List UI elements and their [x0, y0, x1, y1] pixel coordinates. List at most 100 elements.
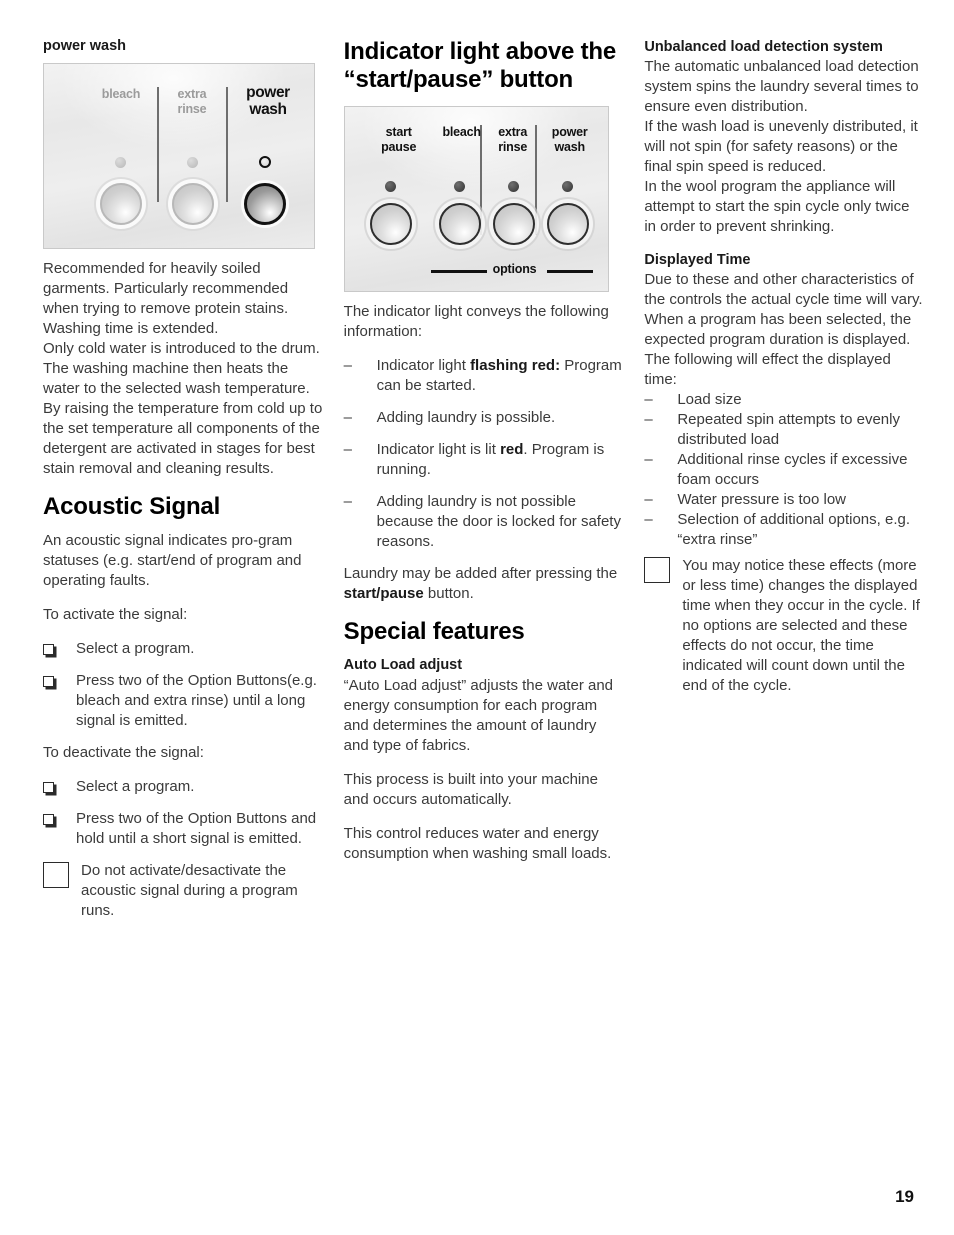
led-power-wash	[561, 181, 573, 192]
figure-start-pause-panel: start pause bleach extra rinse power was…	[343, 106, 625, 292]
options-rule-left	[430, 270, 487, 273]
options-rule-right	[546, 270, 593, 273]
button-bleach[interactable]	[438, 203, 481, 245]
figure-power-wash-panel: bleach extra rinse power wash	[43, 63, 324, 249]
deactivate-step-2: Press two of the Option Buttons and hold…	[76, 810, 317, 847]
power-wash-caption: power wash	[43, 38, 126, 54]
displayed-time-body-3: The following will effect the displayed …	[644, 351, 891, 388]
dash-bullet-icon: –	[343, 441, 353, 458]
list-item: – Adding laundry is possible.	[344, 408, 625, 428]
unbalanced-load-subheading: Unbalanced load detection system	[644, 39, 883, 55]
led-power-wash	[259, 156, 271, 168]
dash-bullet-icon: –	[644, 451, 653, 468]
list-item: Press two of the Option Buttons(e.g. ble…	[43, 671, 324, 731]
control-panel-power-wash: bleach extra rinse power wash	[43, 63, 315, 249]
panel-label-bleach: bleach	[101, 87, 141, 101]
power-wash-body-2: Washing time is extended.	[43, 320, 219, 337]
indicator-closing: Laundry may be added after pressing the …	[343, 565, 618, 602]
list-item: – Load size	[644, 390, 925, 410]
note-block-acoustic: Do not activate/desactivate the acoustic…	[43, 861, 324, 921]
displayed-time-bullet-1: Load size	[677, 391, 742, 408]
panel-divider-2	[226, 87, 228, 202]
dash-bullet-icon: –	[644, 491, 653, 508]
power-wash-body-1: Recommended for heavily soiled garments.…	[43, 260, 289, 317]
manual-page: power wash bleach extra rinse power wash…	[0, 0, 954, 1235]
dash-bullet-icon: –	[644, 391, 653, 408]
list-item: Press two of the Option Buttons and hold…	[43, 809, 324, 849]
list-item: – Repeated spin attempts to evenly distr…	[644, 410, 925, 450]
square-bullet-icon	[43, 809, 76, 849]
acoustic-signal-heading: Acoustic Signal	[43, 493, 221, 520]
list-item: Select a program.	[43, 639, 324, 659]
displayed-time-subheading: Displayed Time	[644, 252, 751, 268]
unbalanced-body-2: If the wash load is unevenly distributed…	[644, 118, 918, 175]
control-panel-start-pause: start pause bleach extra rinse power was…	[343, 106, 609, 292]
led-start-pause	[384, 181, 396, 192]
panel-label-extra-rinse: extra rinse	[177, 87, 207, 116]
dash-bullet-icon: –	[644, 411, 653, 428]
column-right: Unbalanced load detection system The aut…	[644, 38, 925, 921]
list-item: – Indicator light is lit red. Program is…	[344, 440, 625, 480]
indicator-bullet-4: Adding laundry is not possible because t…	[376, 493, 621, 550]
note-box-icon	[43, 862, 69, 888]
led-extra-rinse	[507, 181, 519, 192]
auto-load-adjust-body-1: “Auto Load adjust” adjusts the water and…	[343, 677, 614, 754]
note-block-displayed-time: You may notice these effects (more or le…	[644, 556, 925, 696]
panel-label-power-wash: power wash	[551, 125, 588, 154]
button-power-wash[interactable]	[244, 183, 286, 225]
panel-label-power-wash: power wash	[246, 84, 290, 118]
list-item: – Indicator light flashing red: Program …	[344, 356, 625, 396]
indicator-bullet-2: Adding laundry is possible.	[376, 409, 556, 426]
square-bullet-icon	[43, 639, 76, 659]
displayed-time-bullet-4: Water pressure is too low	[677, 491, 847, 508]
page-number: 19	[895, 1187, 914, 1206]
panel-label-bleach: bleach	[442, 125, 481, 139]
note-box-icon	[644, 557, 671, 583]
displayed-time-bullet-2: Repeated spin attempts to evenly distrib…	[677, 411, 900, 448]
square-bullet-icon	[43, 777, 76, 797]
panel-divider-1	[157, 87, 159, 202]
led-bleach	[453, 181, 465, 192]
power-wash-body-3: Only cold water is introduced to the dru…	[43, 340, 323, 477]
activate-step-1: Select a program.	[76, 640, 195, 657]
column-left: power wash bleach extra rinse power wash…	[43, 38, 324, 921]
button-power-wash[interactable]	[546, 203, 589, 245]
dash-bullet-icon: –	[343, 409, 353, 426]
column-middle: Indicator light above the “start/pause” …	[343, 38, 625, 921]
list-item: Select a program.	[43, 777, 324, 797]
activate-step-2: Press two of the Option Buttons(e.g. ble…	[76, 672, 317, 729]
displayed-time-bullet-3: Additional rinse cycles if excessive foa…	[677, 451, 908, 488]
panel-label-start-pause: start pause	[381, 125, 417, 154]
deactivate-label: To deactivate the signal:	[43, 744, 204, 761]
button-bleach[interactable]	[100, 183, 142, 225]
list-item: – Water pressure is too low	[644, 490, 925, 510]
displayed-time-body-2: When a program has been selected, the ex…	[644, 311, 912, 348]
button-start-pause[interactable]	[369, 203, 412, 245]
indicator-light-heading: Indicator light above the “start/pause” …	[343, 38, 617, 93]
note-text: Do not activate/desactivate the acoustic…	[81, 862, 298, 919]
button-extra-rinse[interactable]	[492, 203, 535, 245]
indicator-bullet-3: Indicator light is lit red. Program is r…	[376, 441, 605, 478]
auto-load-adjust-subheading: Auto Load adjust	[343, 657, 463, 673]
list-item: – Adding laundry is not possible because…	[344, 492, 625, 552]
indicator-bullet-1: Indicator light flashing red: Program ca…	[376, 357, 622, 394]
displayed-time-bullet-5: Selection of additional options, e.g. “e…	[677, 511, 911, 548]
unbalanced-body-1: The automatic unbalanced load detection …	[644, 58, 919, 115]
note-text: You may notice these effects (more or le…	[682, 557, 920, 694]
unbalanced-body-3: In the wool program the appliance will a…	[644, 178, 910, 235]
acoustic-signal-intro: An acoustic signal indicates pro-gram st…	[43, 532, 302, 589]
led-extra-rinse	[187, 157, 198, 168]
three-column-layout: power wash bleach extra rinse power wash…	[43, 38, 925, 921]
dash-bullet-icon: –	[343, 493, 353, 510]
special-features-heading: Special features	[343, 618, 525, 645]
activate-label: To activate the signal:	[43, 606, 188, 623]
displayed-time-body-1: Due to these and other characteristics o…	[644, 271, 923, 308]
list-item: – Selection of additional options, e.g. …	[644, 510, 925, 550]
led-bleach	[115, 157, 126, 168]
indicator-intro: The indicator light conveys the followin…	[343, 303, 609, 340]
options-label: options	[492, 262, 537, 276]
deactivate-step-1: Select a program.	[76, 778, 195, 795]
button-extra-rinse[interactable]	[172, 183, 214, 225]
dash-bullet-icon: –	[644, 511, 653, 528]
list-item: – Additional rinse cycles if excessive f…	[644, 450, 925, 490]
